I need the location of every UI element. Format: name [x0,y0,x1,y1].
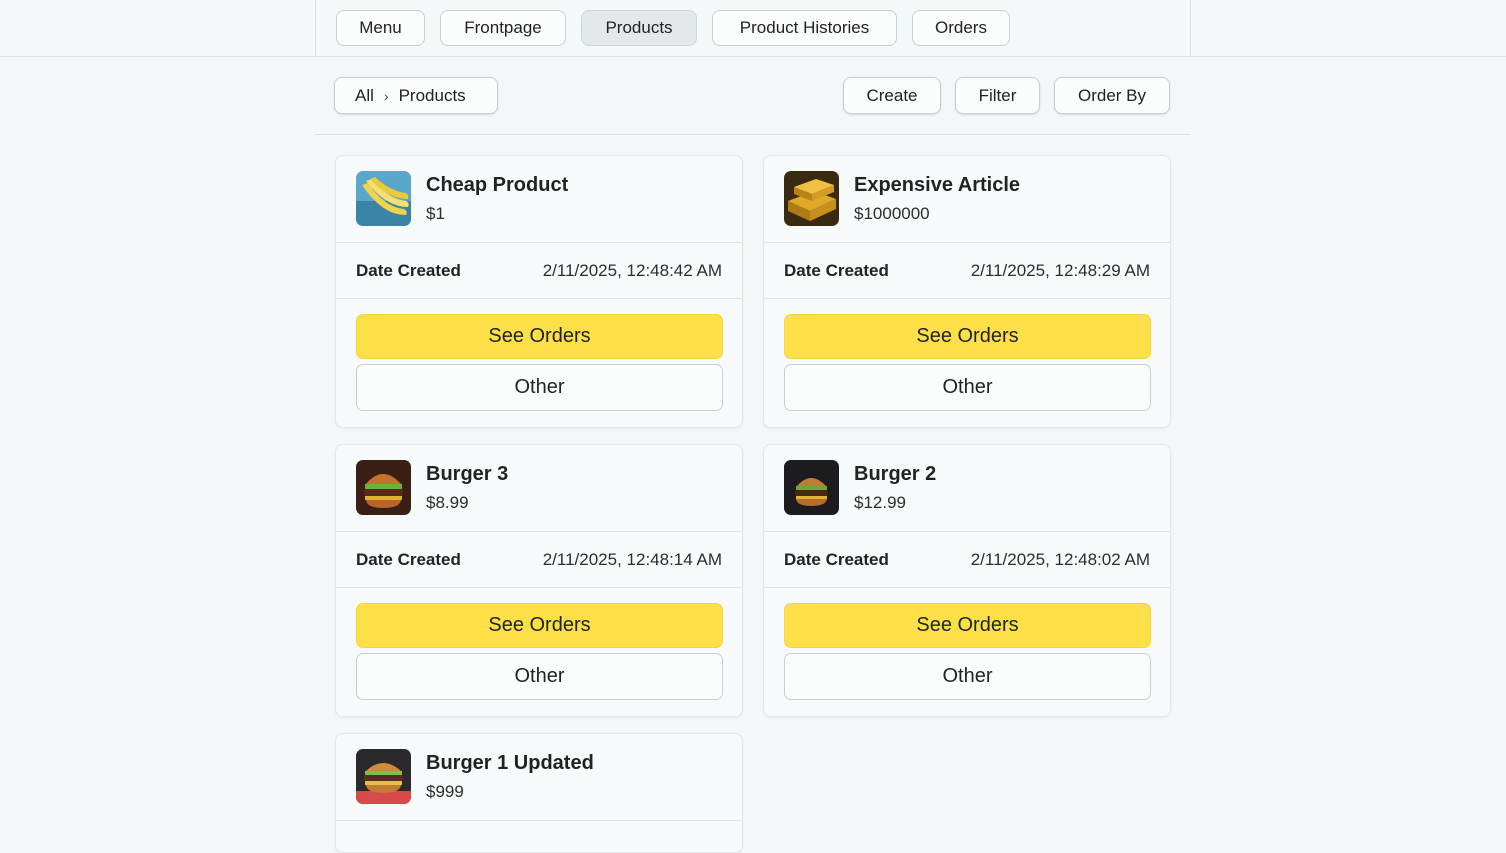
product-title: Cheap Product [426,174,569,196]
product-card-header: Expensive Article $1000000 [764,156,1170,243]
other-button[interactable]: Other [356,653,723,700]
product-price: $999 [426,782,464,801]
product-card: Cheap Product $1 Date Created 2/11/2025,… [335,155,743,428]
top-nav-bar: Menu Frontpage Products Product Historie… [0,0,1506,57]
top-nav-container: Menu Frontpage Products Product Historie… [315,0,1191,56]
burger-image [784,460,839,515]
product-card-header: Cheap Product $1 [336,156,742,243]
order-by-button[interactable]: Order By [1054,77,1170,114]
nav-menu-button[interactable]: Menu [336,10,425,46]
breadcrumb-root[interactable]: All [355,86,374,106]
nav-products-button[interactable]: Products [581,10,697,46]
date-created-row: Date Created 2/11/2025, 12:48:29 AM [764,243,1170,299]
gold-bar-image [784,171,839,226]
product-title: Burger 3 [426,463,509,485]
nav-frontpage-button[interactable]: Frontpage [440,10,566,46]
product-price: $1 [426,204,445,223]
product-price: $8.99 [426,493,469,512]
burger-image [356,460,411,515]
date-created-label: Date Created [784,550,889,569]
filter-button[interactable]: Filter [955,77,1040,114]
product-card: Expensive Article $1000000 Date Created … [763,155,1171,428]
date-created-label: Date Created [784,261,889,280]
see-orders-button[interactable]: See Orders [784,603,1151,648]
see-orders-button[interactable]: See Orders [356,603,723,648]
product-card-actions: See Orders Other [764,299,1170,427]
date-created-value: 2/11/2025, 12:48:42 AM [542,261,722,280]
other-button[interactable]: Other [784,653,1151,700]
chevron-right-icon: › [383,87,389,104]
date-created-row: Date Created 2/11/2025, 12:48:14 AM [336,532,742,588]
date-created-row: Date Created 2/11/2025, 12:48:42 AM [336,243,742,299]
burger-image [356,749,411,804]
date-created-value: 2/11/2025, 12:48:02 AM [970,550,1150,569]
see-orders-button[interactable]: See Orders [356,314,723,359]
date-created-value: 2/11/2025, 12:48:29 AM [970,261,1150,280]
product-title: Expensive Article [854,174,1021,196]
other-button[interactable]: Other [356,364,723,411]
product-card-header: Burger 2 $12.99 [764,445,1170,532]
date-created-label: Date Created [356,550,461,569]
other-button[interactable]: Other [784,364,1151,411]
product-price: $12.99 [854,493,906,512]
date-created-value: 2/11/2025, 12:48:14 AM [542,550,722,569]
date-created-row: Date Created 2/11/2025, 12:48:02 AM [764,532,1170,588]
product-card-header: Burger 1 Updated $999 [336,734,742,821]
product-title: Burger 1 Updated [426,752,594,774]
product-title: Burger 2 [854,463,937,485]
breadcrumb[interactable]: All › Products [334,77,498,114]
product-card: Burger 2 $12.99 Date Created 2/11/2025, … [763,444,1171,717]
product-card-header: Burger 3 $8.99 [336,445,742,532]
product-card-actions: See Orders Other [336,588,742,716]
banana-image [356,171,411,226]
product-card-actions: See Orders Other [336,299,742,427]
product-card: Burger 1 Updated $999 [335,733,743,853]
page-toolbar: All › Products Create Filter Order By [315,56,1190,135]
breadcrumb-current: Products [398,85,466,105]
nav-product-histories-button[interactable]: Product Histories [712,10,897,46]
product-price: $1000000 [854,204,930,223]
product-card-actions: See Orders Other [764,588,1170,716]
create-button[interactable]: Create [843,77,941,114]
product-card: Burger 3 $8.99 Date Created 2/11/2025, 1… [335,444,743,717]
date-created-label: Date Created [356,261,461,280]
see-orders-button[interactable]: See Orders [784,314,1151,359]
nav-orders-button[interactable]: Orders [912,10,1010,46]
